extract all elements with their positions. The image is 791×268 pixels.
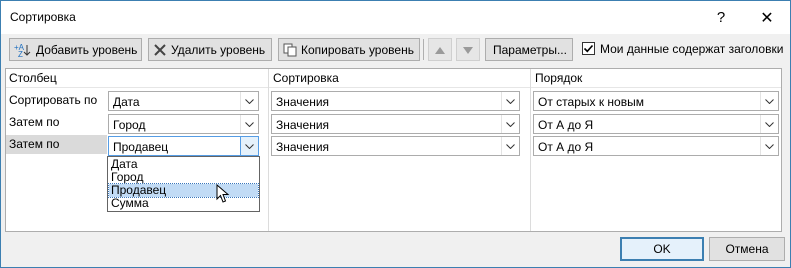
chevron-down-icon[interactable] [501,92,519,110]
chevron-down-icon[interactable] [240,137,258,155]
row-label: Затем по [9,115,60,129]
column-value: Дата [113,95,140,109]
headers-checkbox-label[interactable]: Мои данные содержат заголовки [600,42,783,56]
grid-header-divider [6,87,781,88]
move-up-button[interactable] [428,38,452,61]
column-dropdown-list: Дата Город Продавец Сумма [107,156,260,212]
sort-on-value: Значения [276,118,330,132]
column-combo[interactable]: Продавец [108,136,259,156]
chevron-down-icon[interactable] [240,115,258,133]
dropdown-option[interactable]: Сумма [109,197,258,210]
sort-on-value: Значения [276,140,330,154]
chevron-down-icon[interactable] [760,137,778,155]
chevron-down-icon[interactable] [501,137,519,155]
column-combo[interactable]: Дата [108,91,259,111]
header-column: Столбец [9,71,57,85]
arrow-up-icon [435,43,445,57]
add-level-label: Добавить уровень [36,42,138,57]
add-level-icon: +A Z [14,42,32,58]
options-button[interactable]: Параметры... [485,38,573,61]
sort-on-combo[interactable]: Значения [271,114,520,134]
row-label: Затем по [9,137,60,151]
column-value: Продавец [113,140,169,154]
headers-checkbox[interactable] [582,42,595,55]
chevron-down-icon[interactable] [760,115,778,133]
order-value: От старых к новым [538,95,644,109]
checkmark-icon [583,44,594,53]
move-down-button[interactable] [456,38,480,61]
column-value: Город [113,118,146,132]
sort-on-combo[interactable]: Значения [271,136,520,156]
chevron-down-icon[interactable] [501,115,519,133]
order-combo[interactable]: От А до Я [533,114,779,134]
toolbar-separator [423,39,424,60]
close-button[interactable]: ✕ [744,1,790,34]
order-combo[interactable]: От старых к новым [533,91,779,111]
chevron-down-icon[interactable] [760,92,778,110]
order-value: От А до Я [538,118,594,132]
options-label: Параметры... [493,42,567,57]
copy-icon [283,43,297,57]
help-button[interactable]: ? [698,1,744,34]
cancel-button[interactable]: Отмена [709,237,785,261]
delete-icon [153,43,167,57]
chevron-down-icon[interactable] [240,92,258,110]
header-sort-on: Сортировка [273,71,339,85]
sort-on-value: Значения [276,95,330,109]
header-order: Порядок [535,71,583,85]
order-combo[interactable]: От А до Я [533,136,779,156]
copy-level-label: Копировать уровень [301,42,414,57]
help-icon: ? [716,9,726,26]
delete-level-button[interactable]: Удалить уровень [148,38,272,61]
ok-button[interactable]: OK [620,237,704,261]
add-level-button[interactable]: +A Z Добавить уровень [9,38,142,61]
dialog-title: Сортировка [10,10,76,24]
copy-level-button[interactable]: Копировать уровень [278,38,420,61]
column-divider [530,69,531,231]
title-bar: Сортировка ? ✕ [1,1,790,34]
column-combo[interactable]: Город [108,114,259,134]
mouse-pointer-icon [216,184,230,203]
column-divider [268,69,269,231]
svg-text:Z: Z [18,50,23,58]
sort-on-combo[interactable]: Значения [271,91,520,111]
close-icon: ✕ [760,9,774,27]
row-label: Сортировать по [9,93,98,107]
order-value: От А до Я [538,140,594,154]
arrow-down-icon [463,43,473,57]
delete-level-label: Удалить уровень [171,42,266,57]
